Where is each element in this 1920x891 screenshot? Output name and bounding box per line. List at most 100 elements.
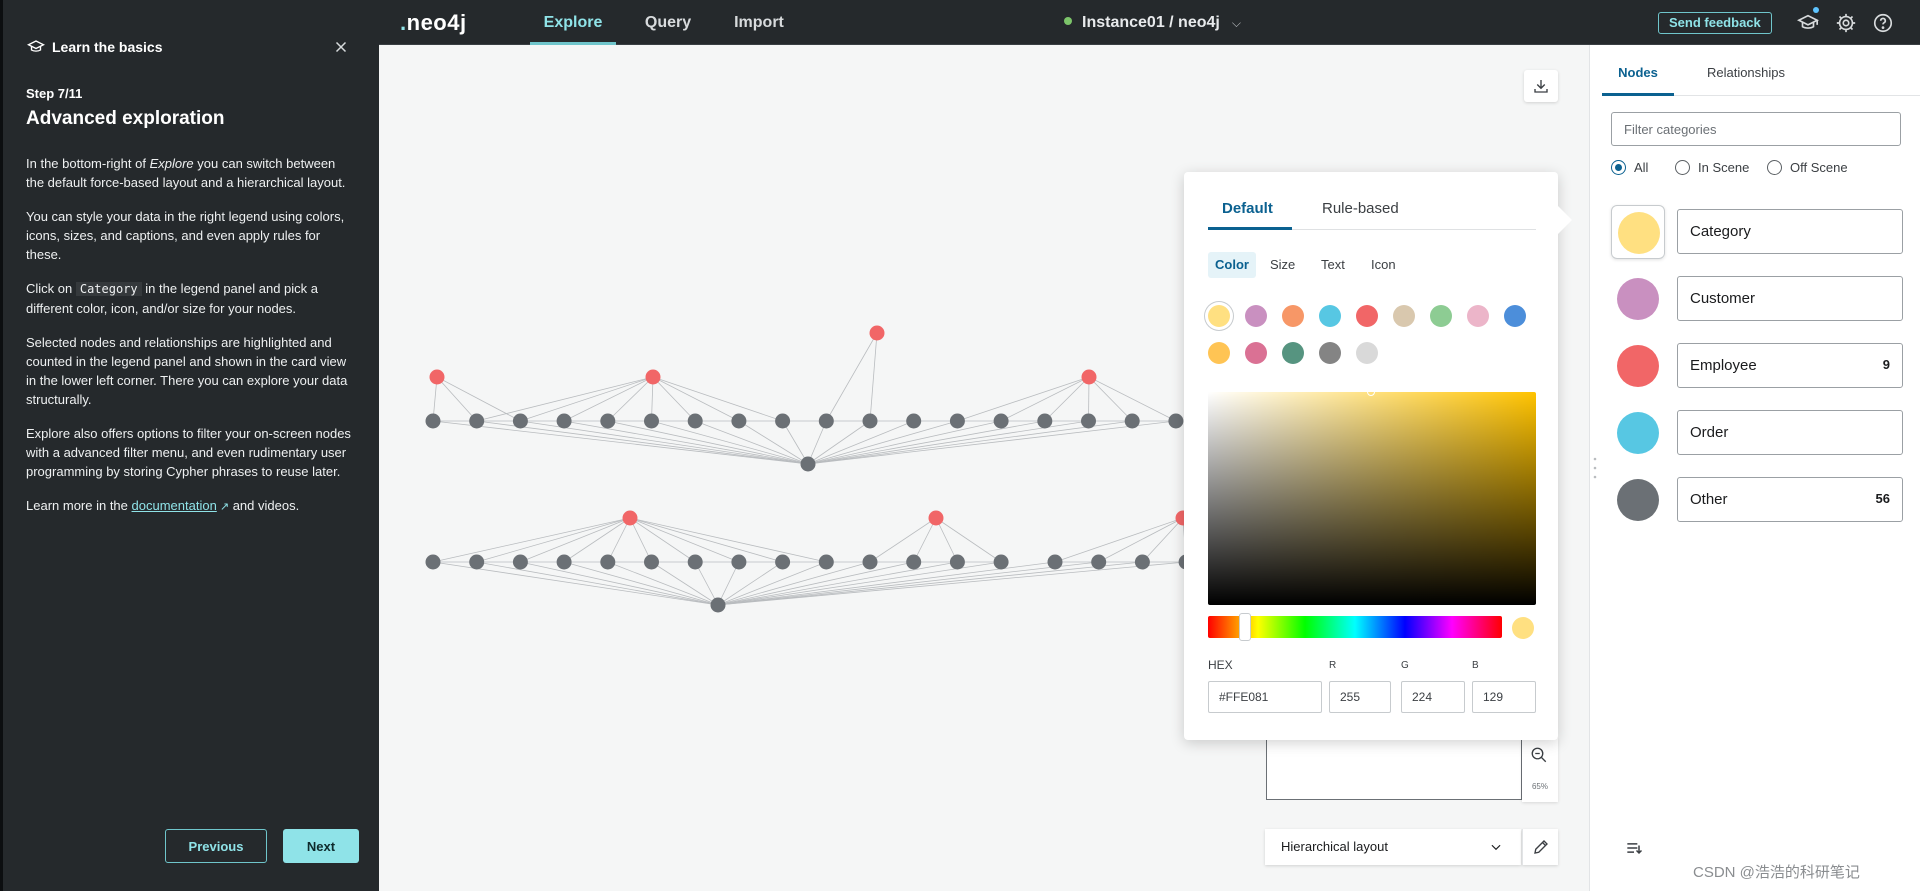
b-input[interactable]: 129 <box>1472 681 1536 713</box>
graph-node[interactable] <box>425 413 441 429</box>
graph-node[interactable] <box>862 413 878 429</box>
relationship-edge[interactable] <box>629 517 740 563</box>
relationship-edge[interactable] <box>476 561 719 606</box>
subtab-text[interactable]: Text <box>1314 252 1352 278</box>
employee-node[interactable] <box>622 510 638 526</box>
employee-node[interactable] <box>928 510 944 526</box>
relationship-edge[interactable] <box>629 517 827 563</box>
relationship-edge[interactable] <box>476 420 809 465</box>
employee-node[interactable] <box>1081 369 1097 385</box>
graph-node[interactable] <box>600 554 616 570</box>
help-icon[interactable] <box>1872 12 1894 34</box>
relationship-edge[interactable] <box>807 420 1045 465</box>
relationship-edge[interactable] <box>825 332 878 422</box>
layout-select[interactable]: Hierarchical layout <box>1265 829 1521 865</box>
graph-node[interactable] <box>775 554 791 570</box>
color-swatch[interactable] <box>1319 305 1341 327</box>
graph-node[interactable] <box>556 554 572 570</box>
graph-node[interactable] <box>818 554 834 570</box>
relationship-edge[interactable] <box>935 517 1002 563</box>
card-view[interactable] <box>1266 738 1522 800</box>
graph-node[interactable] <box>949 554 965 570</box>
category-color-button[interactable] <box>1611 406 1665 460</box>
settings-gear-icon[interactable] <box>1835 12 1857 34</box>
relationship-edge[interactable] <box>520 561 719 606</box>
category-color-button[interactable] <box>1611 205 1665 259</box>
subtab-icon[interactable]: Icon <box>1364 252 1403 278</box>
hue-handle[interactable] <box>1239 613 1251 641</box>
graph-node[interactable] <box>1091 554 1107 570</box>
edit-layout-button[interactable] <box>1522 829 1558 865</box>
category-color-button[interactable] <box>1611 339 1665 393</box>
close-icon[interactable] <box>332 38 350 56</box>
hex-input[interactable]: #FFE081 <box>1208 681 1322 713</box>
sort-icon[interactable] <box>1624 838 1644 858</box>
graph-node[interactable] <box>687 554 703 570</box>
relationship-edge[interactable] <box>957 376 1090 422</box>
relationship-edge[interactable] <box>717 561 1099 606</box>
graph-node[interactable] <box>800 456 816 472</box>
color-swatch[interactable] <box>1208 342 1230 364</box>
relationship-edge[interactable] <box>652 376 783 422</box>
graph-node[interactable] <box>731 554 747 570</box>
color-swatch[interactable] <box>1245 305 1267 327</box>
graph-node[interactable] <box>1081 413 1096 429</box>
category-row-category[interactable]: Category <box>1611 205 1903 259</box>
tab-default[interactable]: Default <box>1208 194 1292 230</box>
color-swatch[interactable] <box>1282 342 1304 364</box>
graph-node[interactable] <box>1037 413 1053 429</box>
color-swatch[interactable] <box>1430 305 1452 327</box>
graph-node[interactable] <box>644 413 659 429</box>
graph-node[interactable] <box>512 413 528 429</box>
graph-node[interactable] <box>1134 554 1150 570</box>
graph-node[interactable] <box>687 413 703 429</box>
graph-node[interactable] <box>600 413 616 429</box>
subtab-color[interactable]: Color <box>1208 252 1256 278</box>
neo4j-logo[interactable]: .neo4j <box>400 10 467 36</box>
radio-off-scene[interactable]: Off Scene <box>1767 159 1848 177</box>
relationship-edge[interactable] <box>651 561 719 606</box>
graph-node[interactable] <box>644 554 659 570</box>
relationship-edge[interactable] <box>807 420 1133 465</box>
graph-node[interactable] <box>556 413 572 429</box>
relationship-edge[interactable] <box>564 420 809 465</box>
color-swatch[interactable] <box>1319 342 1341 364</box>
color-swatch[interactable] <box>1245 342 1267 364</box>
graph-node[interactable] <box>512 554 528 570</box>
category-label-box[interactable]: Order <box>1677 410 1903 455</box>
category-row-employee[interactable]: Employee 9 <box>1611 339 1903 388</box>
color-swatch[interactable] <box>1208 305 1230 327</box>
graph-node[interactable] <box>993 413 1009 429</box>
tab-rule-based[interactable]: Rule-based <box>1322 194 1418 230</box>
category-row-order[interactable]: Order <box>1611 406 1903 455</box>
graph-node[interactable] <box>818 413 834 429</box>
nav-tab-import[interactable]: Import <box>724 0 794 45</box>
relationship-edge[interactable] <box>807 420 958 465</box>
relationship-edge[interactable] <box>520 376 654 422</box>
r-input[interactable]: 255 <box>1329 681 1391 713</box>
hue-slider[interactable] <box>1208 616 1502 638</box>
graph-node[interactable] <box>731 413 747 429</box>
graph-node[interactable] <box>949 413 965 429</box>
relationship-edge[interactable] <box>520 517 631 563</box>
g-input[interactable]: 224 <box>1401 681 1465 713</box>
color-swatch[interactable] <box>1504 305 1526 327</box>
relationship-edge[interactable] <box>607 561 719 606</box>
instance-selector[interactable]: Instance01 / neo4j ⌵ <box>1064 0 1241 45</box>
graph-node[interactable] <box>906 413 922 429</box>
zoom-out-icon[interactable] <box>1530 746 1548 764</box>
category-row-other[interactable]: Other 56 <box>1611 473 1903 522</box>
graph-node[interactable] <box>425 554 441 570</box>
relationship-edge[interactable] <box>563 517 631 563</box>
color-swatch[interactable] <box>1356 342 1378 364</box>
relationship-edge[interactable] <box>717 561 1187 606</box>
category-color-button[interactable] <box>1611 272 1665 326</box>
graph-node[interactable] <box>906 554 922 570</box>
relationship-edge[interactable] <box>1088 376 1133 422</box>
nav-tab-explore[interactable]: Explore <box>530 0 616 45</box>
relationship-edge[interactable] <box>869 517 937 563</box>
graph-node[interactable] <box>993 554 1009 570</box>
employee-node[interactable] <box>645 369 661 385</box>
category-label-box[interactable]: Other 56 <box>1677 477 1903 522</box>
send-feedback-button[interactable]: Send feedback <box>1658 12 1772 34</box>
